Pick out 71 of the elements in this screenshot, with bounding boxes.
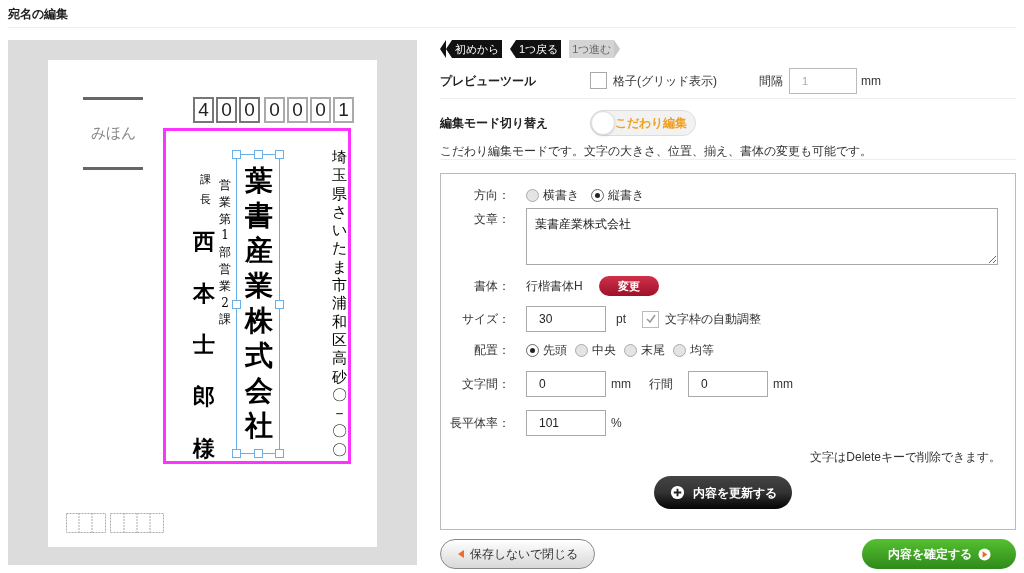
page-title: 宛名の編集 (8, 5, 68, 23)
field-label: 文章： (473, 211, 511, 228)
sample-label: みほん (90, 123, 136, 144)
text-area[interactable]: 葉書産業株式会社 (526, 208, 998, 265)
plus-circle-icon (669, 485, 685, 500)
unit-label: % (611, 415, 622, 432)
unit-label: pt (616, 311, 626, 328)
radio-button[interactable] (591, 188, 604, 202)
change-button[interactable]: 変更 (598, 276, 659, 296)
double-left-arrow-icon (440, 40, 452, 58)
checkmark-icon (644, 313, 657, 325)
radio-label: 先頭 (543, 342, 567, 359)
radio-button[interactable] (673, 343, 686, 357)
unit-label: mm (861, 72, 881, 90)
resize-handle[interactable] (275, 150, 284, 159)
postal-code-digit: 0 (310, 97, 331, 123)
field-label: サイズ： (461, 311, 511, 328)
left-arrow-icon (510, 40, 516, 58)
postal-code-digit: 0 (287, 97, 308, 123)
radio-button[interactable] (526, 343, 539, 357)
char-spacing-field[interactable]: 0 (526, 371, 606, 397)
postal-code-digit: 1 (333, 97, 354, 123)
postal-code-digit: 0 (264, 97, 285, 123)
postal-code-digit: 0 (239, 97, 260, 123)
radio-label: 均等 (690, 342, 714, 359)
close-without-saving-button[interactable]: 保存しないで閉じる (440, 539, 595, 569)
line-spacing-field[interactable]: 0 (688, 371, 768, 397)
field-label: 行間 (649, 376, 673, 393)
radio-label: 末尾 (641, 342, 665, 359)
field-label: 配置： (473, 342, 511, 359)
radio-label: 横書き (543, 187, 579, 204)
section-label: 編集モード切り替え (440, 115, 549, 132)
size-field[interactable]: 30 (526, 306, 606, 332)
sender-postal-boxes-icon (66, 513, 164, 533)
field-label: 長平体率： (449, 415, 511, 432)
update-button[interactable]: 内容を更新する (654, 476, 792, 509)
aspect-ratio-field[interactable]: 101 (526, 410, 606, 436)
company-text: 葉書産業株式会社 (245, 163, 273, 443)
field-label: 方向： (473, 187, 511, 204)
resize-handle[interactable] (254, 449, 263, 458)
resize-handle[interactable] (254, 150, 263, 159)
spacing-field[interactable]: 1 (789, 67, 857, 94)
field-label: 書体： (473, 278, 511, 295)
postal-code-digit: 4 (193, 97, 214, 123)
auto-fit-checkbox[interactable]: 文字枠の自動調整 (642, 310, 761, 328)
radio-label: 中央 (592, 342, 616, 359)
resize-handle[interactable] (232, 449, 241, 458)
font-name: 行楷書体H (526, 278, 583, 295)
spacing-label: 間隔 (759, 72, 783, 90)
left-triangle-icon (457, 550, 464, 558)
field-label: 文字間： (461, 376, 511, 393)
radio-button[interactable] (624, 343, 637, 357)
job-title-text: 課長 (200, 172, 211, 208)
right-arrow-icon (614, 40, 621, 58)
department-text: 営業第1部営業2課 (219, 177, 231, 329)
delete-hint: 文字はDeleteキーで削除できます。 (810, 449, 1001, 466)
unit-label: mm (611, 376, 631, 393)
grid-checkbox[interactable]: 格子(グリッド表示) (590, 71, 717, 90)
radio-button[interactable] (575, 343, 588, 357)
resize-handle[interactable] (275, 449, 284, 458)
mode-description: こだわり編集モードです。文字の大きさ、位置、揃え、書体の変更も可能です。 (440, 144, 872, 158)
postal-code-digit: 0 (216, 97, 237, 123)
address-text: 埼玉県さいたま市浦和区高砂〇－〇〇 (332, 148, 347, 460)
resize-handle[interactable] (232, 300, 241, 309)
section-label: プレビューツール (440, 72, 537, 90)
resize-handle[interactable] (275, 300, 284, 309)
recipient-name: 西本士郎様 (193, 227, 215, 463)
unit-label: mm (773, 376, 793, 393)
radio-label: 縦書き (608, 187, 644, 204)
resize-handle[interactable] (232, 150, 241, 159)
radio-button[interactable] (526, 188, 539, 202)
